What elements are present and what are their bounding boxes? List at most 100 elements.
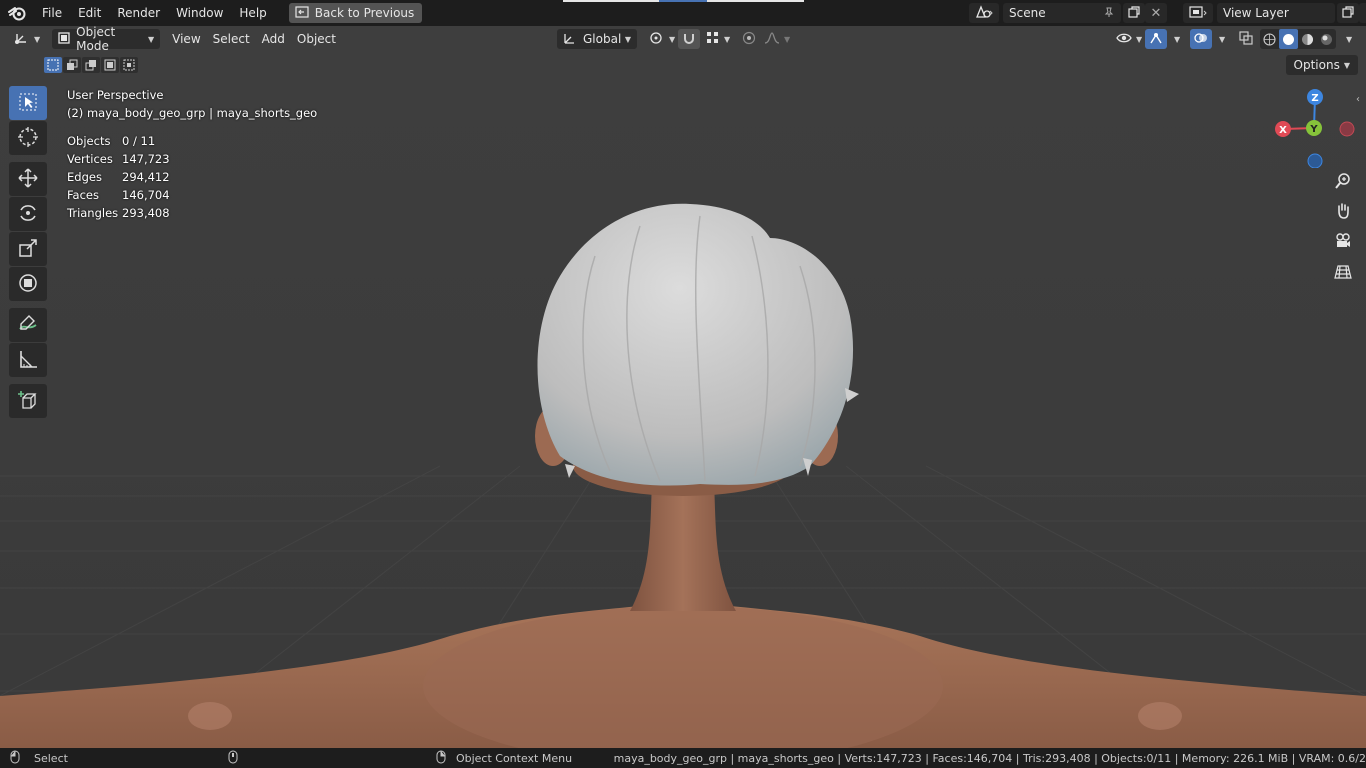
shading-dropdown[interactable]: ▼ [1336, 29, 1358, 49]
chevron-down-icon: ▼ [724, 34, 731, 44]
pan-button[interactable] [1330, 199, 1356, 225]
scene-selector: Scene ✕ View Layer ✕ [969, 3, 1366, 23]
stat-label: Objects [67, 134, 111, 148]
scene-name: Scene [1009, 6, 1046, 20]
gizmo-x-label: X [1279, 125, 1287, 136]
options-button[interactable]: Options ▼ [1285, 55, 1358, 75]
overlays-dropdown[interactable]: ▼ [1209, 29, 1231, 49]
grid-perspective-icon [1334, 263, 1352, 284]
falloff-curve-icon [764, 31, 780, 48]
stat-value: 146,704 [122, 188, 170, 202]
stat-label: Faces [67, 188, 99, 202]
mouse-middle-icon [228, 750, 238, 767]
orientation-selector[interactable]: Global ▼ [557, 29, 637, 49]
back-to-previous-button[interactable]: Back to Previous [288, 3, 423, 23]
eye-icon [1116, 31, 1132, 48]
hand-icon [1334, 202, 1352, 223]
menu-window[interactable]: Window [168, 0, 231, 26]
select-subtract-icon[interactable] [82, 57, 100, 73]
gizmo-dropdown[interactable]: ▼ [1164, 29, 1186, 49]
blender-logo-icon[interactable] [0, 0, 34, 26]
menu-add[interactable]: Add [256, 29, 291, 49]
object-mode-icon [58, 31, 70, 47]
stat-label: Vertices [67, 152, 113, 166]
annotate-tool[interactable] [9, 308, 47, 342]
orientation-icon [563, 31, 577, 48]
solid-shading-icon[interactable] [1279, 29, 1298, 49]
gizmo-neg-x-axis[interactable] [1339, 121, 1355, 137]
overlays-icon [1194, 31, 1208, 48]
new-scene-button[interactable] [1123, 3, 1145, 23]
3d-viewport[interactable]: ▼ Object Mode ▼ View Select Add Object G… [0, 26, 1366, 748]
object-path: (2) maya_body_geo_grp | maya_shorts_geo [67, 106, 318, 120]
delete-scene-button[interactable]: ✕ [1145, 3, 1167, 23]
top-bar: File Edit Render Window Help Back to Pre… [0, 0, 1366, 26]
cursor-tool[interactable] [9, 121, 47, 155]
proportional-edit-icon [742, 31, 756, 48]
rendered-shading-icon[interactable] [1317, 29, 1336, 49]
duplicate-icon [1341, 5, 1355, 22]
scene-name-field[interactable]: Scene [1003, 3, 1121, 23]
stat-value: 0 / 11 [122, 134, 156, 148]
menu-select[interactable]: Select [207, 29, 256, 49]
tool-shelf [9, 86, 49, 419]
zoom-button[interactable] [1330, 169, 1356, 195]
delete-view-layer-button[interactable]: ✕ [1359, 3, 1366, 23]
character-neck [630, 481, 736, 611]
move-tool[interactable] [9, 162, 47, 196]
view-layer-field[interactable]: View Layer [1217, 3, 1335, 23]
stat-row: Edges 294,412 [67, 168, 317, 186]
scale-icon [17, 237, 39, 262]
mouse-left-icon [10, 750, 20, 767]
select-new-icon[interactable] [44, 57, 62, 73]
zoom-icon [1334, 172, 1352, 193]
status-bar: Select Object Context Menu maya_body_geo… [0, 748, 1366, 768]
scale-tool[interactable] [9, 232, 47, 266]
menu-view[interactable]: View [166, 29, 206, 49]
menu-object[interactable]: Object [291, 29, 342, 49]
add-cube-tool[interactable] [9, 384, 47, 418]
gizmo-y-label: Y [1309, 124, 1318, 135]
menu-help[interactable]: Help [231, 0, 274, 26]
visibility-button[interactable]: ▼ [1110, 29, 1148, 49]
perspective-toggle-button[interactable] [1330, 260, 1356, 286]
chevron-down-icon: ▼ [34, 34, 41, 44]
menu-edit[interactable]: Edit [70, 0, 109, 26]
xray-icon [1239, 30, 1253, 48]
falloff-button[interactable]: ▼ [758, 29, 796, 49]
status-select-hint: Select [34, 751, 68, 765]
pin-icon[interactable] [1103, 6, 1115, 21]
menu-file[interactable]: File [34, 0, 70, 26]
pivot-point-button[interactable]: ▼ [643, 29, 681, 49]
wireframe-shading-icon[interactable] [1260, 29, 1279, 49]
navigation-gizmo[interactable]: Z X Y [1270, 88, 1360, 168]
select-extend-icon[interactable] [63, 57, 81, 73]
select-box-tool[interactable] [9, 86, 47, 120]
gizmo-neg-z-axis[interactable] [1307, 153, 1323, 168]
rotate-tool[interactable] [9, 197, 47, 231]
material-preview-icon[interactable] [1298, 29, 1317, 49]
xray-toggle[interactable] [1236, 29, 1256, 49]
view-layer-browse-button[interactable] [1183, 3, 1213, 23]
snap-target-button[interactable]: ▼ [700, 29, 736, 49]
new-view-layer-button[interactable] [1337, 3, 1359, 23]
select-invert-icon[interactable] [101, 57, 119, 73]
close-icon: ✕ [1150, 5, 1162, 21]
workspace-tab-active[interactable] [659, 0, 707, 2]
snap-toggle[interactable] [678, 29, 700, 49]
rotate-icon [17, 202, 39, 227]
status-scene-info: maya_body_geo_grp | maya_shorts_geo | Ve… [613, 751, 1366, 765]
transform-tool[interactable] [9, 267, 47, 301]
transform-icon [17, 272, 39, 297]
grid-snap-icon [706, 31, 720, 48]
chevron-down-icon: ▼ [1136, 34, 1143, 44]
menu-render[interactable]: Render [109, 0, 168, 26]
stat-value: 147,723 [122, 152, 170, 166]
scene-browse-button[interactable] [969, 3, 999, 23]
stat-row: Triangles 293,408 [67, 204, 317, 222]
camera-view-button[interactable] [1330, 229, 1356, 255]
mode-selector[interactable]: Object Mode ▼ [52, 26, 161, 53]
select-intersect-icon[interactable] [120, 57, 138, 73]
measure-tool[interactable] [9, 343, 47, 377]
editor-type-button[interactable]: ▼ [8, 29, 46, 49]
